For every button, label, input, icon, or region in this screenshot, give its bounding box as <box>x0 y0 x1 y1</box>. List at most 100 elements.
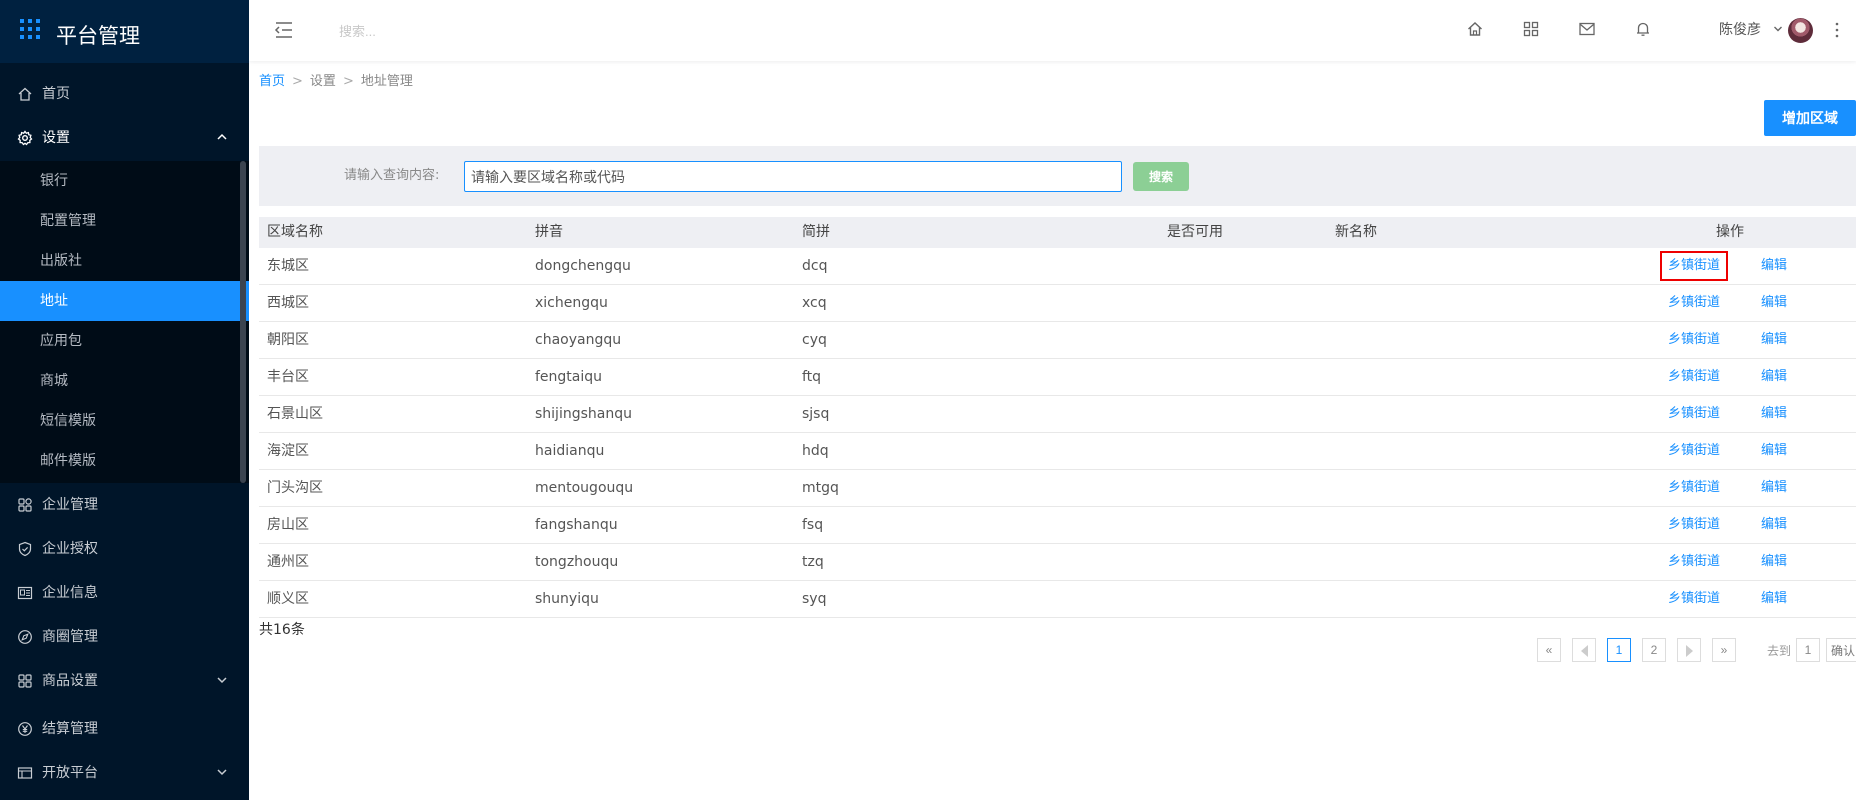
streets-link[interactable]: 乡镇街道 <box>1668 359 1720 395</box>
sidebar-item-label: 首页 <box>42 86 70 102</box>
mail-icon[interactable] <box>1578 20 1596 38</box>
sidebar-item-enterprise[interactable]: 企业管理 <box>0 483 249 527</box>
cell-abbr: syq <box>802 591 827 607</box>
prev-page-button[interactable] <box>1572 638 1596 662</box>
sidebar-scrollbar[interactable] <box>240 161 246 483</box>
user-name[interactable]: 陈俊彦 <box>1719 20 1761 40</box>
sidebar-subitem-mail-template[interactable]: 邮件模版 <box>0 441 249 481</box>
cell-abbr: xcq <box>802 295 827 311</box>
streets-link[interactable]: 乡镇街道 <box>1668 507 1720 543</box>
goto-confirm-button[interactable]: 确认 <box>1826 638 1856 662</box>
table-row: 东城区 dongchengqu dcq 乡镇街道 编辑 <box>259 248 1856 285</box>
streets-link[interactable]: 乡镇街道 <box>1659 251 1729 281</box>
edit-link[interactable]: 编辑 <box>1761 248 1787 284</box>
sidebar-subitem-address[interactable]: 地址 <box>0 281 249 321</box>
page-2-button[interactable]: 2 <box>1642 638 1666 662</box>
query-input[interactable] <box>464 161 1122 192</box>
cell-area-name: 东城区 <box>267 258 309 274</box>
sidebar-subitem-mall[interactable]: 商城 <box>0 361 249 401</box>
cell-abbr: mtgq <box>802 480 839 496</box>
caret-right-icon <box>1685 644 1693 657</box>
sidebar-item-business-district[interactable]: 商圈管理 <box>0 615 249 659</box>
add-area-button[interactable]: 增加区域 <box>1764 100 1856 136</box>
first-page-button[interactable]: « <box>1537 638 1561 662</box>
sidebar-item-settings[interactable]: 设置 <box>0 116 249 160</box>
avatar[interactable] <box>1788 18 1813 43</box>
search-button[interactable]: 搜索 <box>1133 162 1189 191</box>
streets-link[interactable]: 乡镇街道 <box>1668 581 1720 617</box>
table-row: 朝阳区 chaoyangqu cyq 乡镇街道 编辑 <box>259 322 1856 359</box>
bell-icon[interactable] <box>1634 20 1652 38</box>
column-header-pinyin: 拼音 <box>535 224 563 240</box>
sidebar-subitem-label: 配置管理 <box>40 213 96 229</box>
cell-pinyin: mentougouqu <box>535 480 634 496</box>
sidebar-item-enterprise-info[interactable]: 企业信息 <box>0 571 249 615</box>
breadcrumb-settings[interactable]: 设置 <box>310 74 336 89</box>
header-search-input[interactable] <box>339 18 639 44</box>
sidebar-item-enterprise-auth[interactable]: 企业授权 <box>0 527 249 571</box>
sidebar-item-label: 企业授权 <box>42 541 98 557</box>
sidebar-subitem-app-package[interactable]: 应用包 <box>0 321 249 361</box>
sidebar-subitem-publisher[interactable]: 出版社 <box>0 241 249 281</box>
column-header-abbr: 简拼 <box>802 224 830 240</box>
cell-pinyin: dongchengqu <box>535 258 631 274</box>
goto-page-input[interactable] <box>1796 638 1820 662</box>
streets-link[interactable]: 乡镇街道 <box>1668 544 1720 580</box>
home-icon[interactable] <box>1466 20 1484 38</box>
sidebar-item-settlement[interactable]: 结算管理 <box>0 707 249 751</box>
more-vertical-icon[interactable] <box>1834 20 1840 40</box>
breadcrumb-home[interactable]: 首页 <box>259 74 285 89</box>
table-row: 通州区 tongzhouqu tzq 乡镇街道 编辑 <box>259 544 1856 581</box>
cell-pinyin: haidianqu <box>535 443 605 459</box>
sidebar-item-label: 结算管理 <box>42 721 98 737</box>
compass-icon <box>18 630 32 644</box>
edit-link[interactable]: 编辑 <box>1761 396 1787 432</box>
column-header-enabled: 是否可用 <box>1167 224 1223 240</box>
apps-grid-logo-icon <box>20 19 40 39</box>
edit-link[interactable]: 编辑 <box>1761 433 1787 469</box>
next-page-button[interactable] <box>1677 638 1701 662</box>
edit-link[interactable]: 编辑 <box>1761 285 1787 321</box>
edit-link[interactable]: 编辑 <box>1761 507 1787 543</box>
cell-pinyin: chaoyangqu <box>535 332 622 348</box>
cell-abbr: cyq <box>802 332 827 348</box>
edit-link[interactable]: 编辑 <box>1761 322 1787 358</box>
sidebar-subitem-bank[interactable]: 银行 <box>0 161 249 201</box>
last-page-button[interactable]: » <box>1712 638 1736 662</box>
sidebar-item-open-platform[interactable]: 开放平台 <box>0 751 249 795</box>
streets-link[interactable]: 乡镇街道 <box>1668 322 1720 358</box>
cell-abbr: ftq <box>802 369 822 385</box>
caret-left-icon <box>1580 644 1588 657</box>
breadcrumb-separator: > <box>342 74 354 89</box>
cell-pinyin: fangshanqu <box>535 517 618 533</box>
streets-link[interactable]: 乡镇街道 <box>1668 470 1720 506</box>
sidebar-item-product-settings[interactable]: 商品设置 <box>0 659 249 703</box>
sidebar-subitem-sms-template[interactable]: 短信模版 <box>0 401 249 441</box>
sidebar-subitem-config[interactable]: 配置管理 <box>0 201 249 241</box>
table-row: 门头沟区 mentougouqu mtgq 乡镇街道 编辑 <box>259 470 1856 507</box>
streets-link[interactable]: 乡镇街道 <box>1668 396 1720 432</box>
edit-link[interactable]: 编辑 <box>1761 581 1787 617</box>
chevron-down-icon[interactable] <box>1773 24 1783 34</box>
home-icon <box>18 87 32 101</box>
streets-link[interactable]: 乡镇街道 <box>1668 433 1720 469</box>
breadcrumb: 首页 > 设置 > 地址管理 <box>259 74 413 90</box>
app-title: 平台管理 <box>56 24 140 48</box>
edit-link[interactable]: 编辑 <box>1761 470 1787 506</box>
table-row: 石景山区 shijingshanqu sjsq 乡镇街道 编辑 <box>259 396 1856 433</box>
query-label: 请输入查询内容: <box>344 168 440 183</box>
menu-fold-icon[interactable] <box>273 19 295 41</box>
table-header: 区域名称 拼音 简拼 是否可用 新名称 操作 <box>259 217 1856 248</box>
yuan-icon <box>18 722 32 736</box>
chevron-down-icon <box>217 769 227 776</box>
edit-link[interactable]: 编辑 <box>1761 359 1787 395</box>
sidebar-subitem-label: 应用包 <box>40 333 82 349</box>
page-1-button[interactable]: 1 <box>1607 638 1631 662</box>
sidebar-item-home[interactable]: 首页 <box>0 72 249 116</box>
brand: 平台管理 <box>0 0 249 63</box>
table-row: 丰台区 fengtaiqu ftq 乡镇街道 编辑 <box>259 359 1856 396</box>
chevron-down-icon <box>217 677 227 684</box>
edit-link[interactable]: 编辑 <box>1761 544 1787 580</box>
apps-icon[interactable] <box>1522 20 1540 38</box>
streets-link[interactable]: 乡镇街道 <box>1668 285 1720 321</box>
